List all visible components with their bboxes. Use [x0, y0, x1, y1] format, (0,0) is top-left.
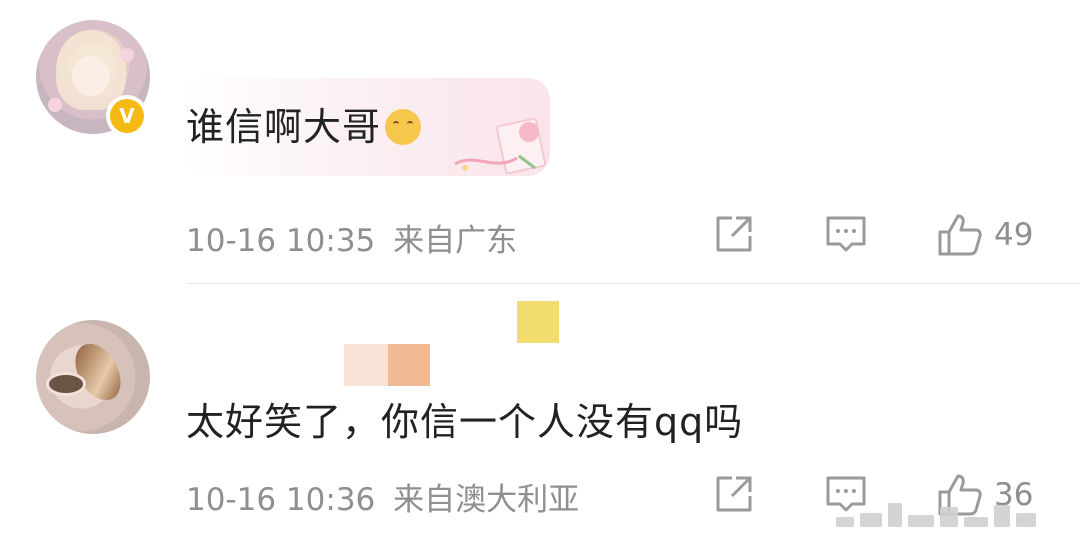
redaction-block — [388, 344, 430, 386]
comment-item: V 谁信啊大哥 10-16 10:35 来自广东 49 — [0, 0, 1080, 283]
like-button[interactable]: 49 — [936, 212, 1033, 258]
bubble-decoration-icon — [454, 117, 546, 175]
comment-text-content: 太好笑了，你信一个人没有qq吗 — [186, 400, 744, 444]
share-button[interactable] — [712, 472, 756, 516]
comment-text: 谁信啊大哥 — [186, 96, 422, 151]
share-button[interactable] — [712, 212, 756, 256]
comment-text-content: 谁信啊大哥 — [186, 105, 382, 149]
share-icon — [716, 216, 752, 252]
comment-time: 10-16 10:36 — [186, 482, 376, 518]
comment-meta: 10-16 10:35 来自广东 — [186, 215, 517, 260]
user-avatar[interactable] — [36, 320, 150, 434]
like-count: 49 — [994, 217, 1034, 253]
thumbs-up-icon — [938, 214, 982, 256]
comment-time: 10-16 10:35 — [186, 223, 376, 259]
comment-meta: 10-16 10:36 来自澳大利亚 — [186, 474, 579, 519]
redaction-block — [517, 301, 559, 343]
verified-badge-label: V — [110, 99, 144, 133]
reply-button[interactable] — [824, 212, 868, 256]
comment-location: 来自澳大利亚 — [393, 482, 580, 518]
share-icon — [716, 476, 752, 512]
verified-badge: V — [106, 95, 148, 137]
watermark — [836, 497, 1068, 527]
hug-emoji-icon — [385, 109, 422, 145]
comment-text: 太好笑了，你信一个人没有qq吗 — [186, 391, 743, 446]
redaction-block — [344, 344, 388, 386]
comment-location: 来自广东 — [393, 223, 518, 259]
comment-icon — [826, 216, 866, 252]
